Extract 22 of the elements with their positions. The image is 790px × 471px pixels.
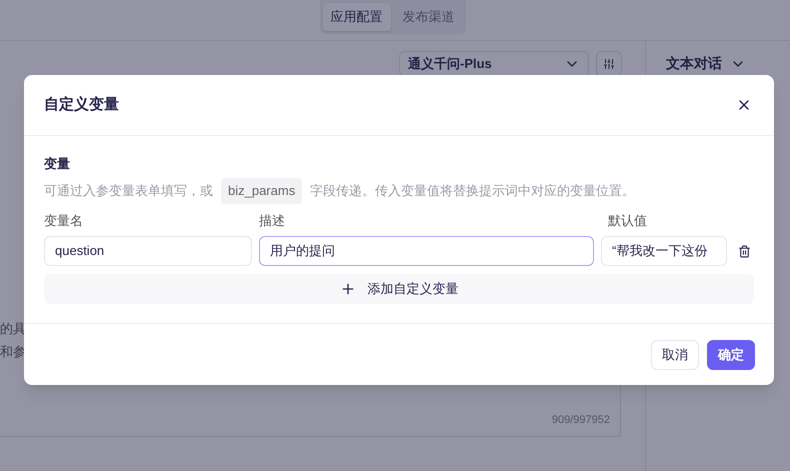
plus-icon [340, 281, 356, 297]
top-tab[interactable]: 应用配置 [322, 3, 390, 30]
prompt-text: 和参 [0, 343, 27, 361]
add-variable-button[interactable]: 添加自定义变量 [44, 274, 754, 304]
code-tag: biz_params [221, 178, 302, 204]
prompt-text: 的具 [0, 320, 27, 338]
column-header: 默认值 [608, 212, 648, 230]
dialog-button[interactable]: 取消 [651, 340, 699, 370]
variable-input[interactable]: question [44, 236, 252, 266]
description-text: 可通过入参变量表单填写，或 [44, 182, 213, 200]
section-title: 变量 [44, 155, 71, 173]
sliders-icon [603, 58, 615, 70]
dialog-button[interactable]: 确定 [707, 340, 755, 370]
mode-select[interactable]: 文本对话 [666, 53, 746, 74]
character-counter: 909/997952 [552, 412, 610, 428]
trash-icon [738, 244, 750, 258]
column-header: 变量名 [44, 212, 84, 230]
variable-input[interactable]: 用户的提问 [259, 236, 594, 266]
column-header: 描述 [259, 212, 286, 230]
description-text: 字段传递。传入变量值将替换提示词中对应的变量位置。 [310, 182, 636, 200]
variable-input[interactable]: “帮我改一下这份 [601, 236, 727, 266]
dialog-title: 自定义变量 [44, 94, 119, 115]
